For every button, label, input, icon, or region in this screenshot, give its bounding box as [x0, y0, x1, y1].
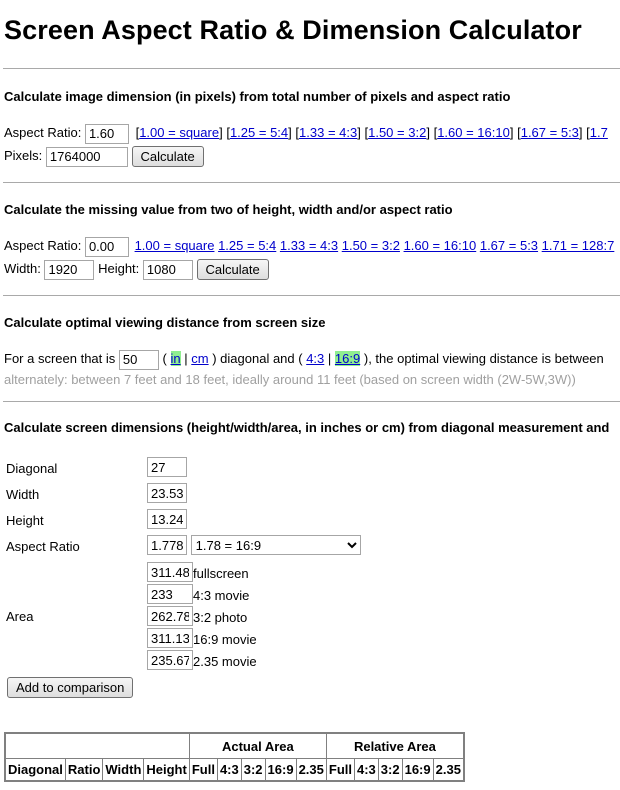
ratio-link-5-4[interactable]: 1.25 = 5:4: [218, 238, 276, 253]
column-header-actual-2-35: 2.35: [295, 758, 327, 782]
calculate-missing-button[interactable]: Calculate: [196, 259, 269, 281]
aspect-ratio-label: Aspect Ratio: [6, 539, 80, 554]
viewing-text-start: For a screen that is: [4, 351, 116, 366]
divider: [3, 401, 620, 402]
ratio-link-16-10[interactable]: 1.60 = 16:10: [437, 125, 510, 140]
aspect-ratio-input[interactable]: [84, 123, 129, 144]
table-cell-empty: [4, 732, 190, 759]
ratio-link-5-3[interactable]: 1.67 = 5:3: [521, 125, 579, 140]
actual-area-header: Actual Area: [188, 732, 327, 759]
area-16-9-label: 16:9 movie: [193, 632, 257, 647]
height-input[interactable]: [142, 259, 193, 280]
aspect-ratio-select[interactable]: 1.78 = 16:9: [190, 535, 361, 555]
pixels-row: Pixels: Calculate: [4, 145, 204, 168]
section-title-pixels: Calculate image dimension (in pixels) fr…: [4, 89, 511, 104]
height-input[interactable]: [147, 509, 187, 529]
height-label: Height:: [98, 261, 140, 276]
aspect-ratio-label: Aspect Ratio:: [4, 125, 82, 140]
divider: [3, 295, 620, 296]
relative-area-header: Relative Area: [325, 732, 465, 759]
area-3-2-label: 3:2 photo: [193, 610, 248, 625]
column-header-relative-4-3: 4:3: [354, 758, 379, 782]
ratio-link-128-75[interactable]: 1.71 = 128:7: [542, 238, 615, 253]
diagonal-label: Diagonal: [6, 461, 58, 476]
column-header-diagonal: Diagonal: [4, 758, 66, 782]
area-3-2-input[interactable]: [147, 606, 193, 626]
ratio-link-4-3[interactable]: 1.33 = 4:3: [280, 238, 338, 253]
diagonal-input[interactable]: [147, 457, 187, 477]
width-input[interactable]: [44, 259, 95, 280]
column-header-relative-full: Full: [325, 758, 356, 782]
column-header-relative-3-2: 3:2: [377, 758, 403, 782]
area-2-35-input[interactable]: [147, 650, 193, 670]
ratio-4-3-link[interactable]: 4:3: [306, 351, 324, 366]
ratio-link-square[interactable]: 1.00 = square: [135, 238, 215, 253]
ratio-link-5-3[interactable]: 1.67 = 5:3: [480, 238, 538, 253]
divider: [3, 68, 620, 69]
area-4-3-label: 4:3 movie: [193, 588, 250, 603]
alternate-distance-text: alternately: between 7 feet and 18 feet,…: [4, 372, 576, 387]
height-label: Height: [6, 513, 44, 528]
ratio-link-16-10[interactable]: 1.60 = 16:10: [404, 238, 477, 253]
pixels-label: Pixels:: [4, 148, 43, 163]
column-header-height: Height: [143, 758, 190, 782]
ratio-link-3-2[interactable]: 1.50 = 3:2: [368, 125, 426, 140]
area-16-9-input[interactable]: [147, 628, 193, 648]
ratio-link-5-4[interactable]: 1.25 = 5:4: [230, 125, 288, 140]
section-title-missing-value: Calculate the missing value from two of …: [4, 202, 453, 217]
ratio-link-4-3[interactable]: 1.33 = 4:3: [299, 125, 357, 140]
section-title-viewing-distance: Calculate optimal viewing distance from …: [4, 315, 326, 330]
missing-aspect-row: Aspect Ratio: 1.00 = square 1.25 = 5:4 1…: [4, 235, 614, 257]
unit-cm-link[interactable]: cm: [191, 351, 208, 366]
area-fullscreen-label: fullscreen: [193, 566, 249, 581]
add-to-comparison-button[interactable]: Add to comparison: [7, 677, 134, 699]
width-label: Width: [6, 487, 40, 502]
aspect-ratio-label: Aspect Ratio:: [4, 238, 82, 253]
pixels-input[interactable]: [45, 146, 128, 167]
width-label: Width:: [4, 261, 41, 276]
column-header-width: Width: [102, 758, 145, 782]
comparison-table: Actual Area Relative Area Diagonal Ratio…: [4, 732, 465, 782]
column-header-actual-16-9: 16:9: [264, 758, 297, 782]
ratio-link-square[interactable]: 1.00 = square: [139, 125, 219, 140]
viewing-distance-row: For a screen that is ( in | cm ) diagona…: [4, 348, 604, 370]
area-2-35-label: 2.35 movie: [193, 654, 257, 669]
aspect-ratio-input[interactable]: [147, 535, 187, 555]
column-header-actual-4-3: 4:3: [216, 758, 242, 782]
unit-in-link[interactable]: in: [170, 351, 181, 366]
divider: [3, 182, 620, 183]
ratio-16-9-link[interactable]: 16:9: [334, 351, 361, 366]
width-height-row: Width: Height: Calculate: [4, 258, 269, 281]
table-group-header-row: Actual Area Relative Area: [4, 732, 465, 759]
section-title-screen-dimensions: Calculate screen dimensions (height/widt…: [4, 420, 610, 435]
table-header-row: Diagonal Ratio Width Height Full 4:3 3:2…: [4, 758, 465, 782]
column-header-relative-2-35: 2.35: [432, 758, 465, 782]
pixels-aspect-row: Aspect Ratio: [1.00 = square] [1.25 = 5:…: [4, 122, 608, 144]
ratio-link-3-2[interactable]: 1.50 = 3:2: [342, 238, 400, 253]
column-header-ratio: Ratio: [64, 758, 104, 782]
area-4-3-input[interactable]: [147, 584, 193, 604]
width-input[interactable]: [147, 483, 187, 503]
area-fullscreen-input[interactable]: [147, 562, 193, 582]
column-header-actual-full: Full: [188, 758, 218, 782]
calculate-pixels-button[interactable]: Calculate: [131, 146, 204, 168]
viewing-text-end: ), the optimal viewing distance is betwe…: [363, 351, 604, 366]
ratio-link-more[interactable]: 1.7: [590, 125, 608, 140]
aspect-ratio-input[interactable]: [84, 236, 129, 257]
page: Screen Aspect Ratio & Dimension Calculat…: [0, 0, 620, 790]
area-label: Area: [6, 609, 34, 624]
column-header-relative-16-9: 16:9: [401, 758, 434, 782]
column-header-actual-3-2: 3:2: [240, 758, 266, 782]
screen-size-input[interactable]: [118, 349, 159, 370]
page-title: Screen Aspect Ratio & Dimension Calculat…: [4, 15, 582, 45]
